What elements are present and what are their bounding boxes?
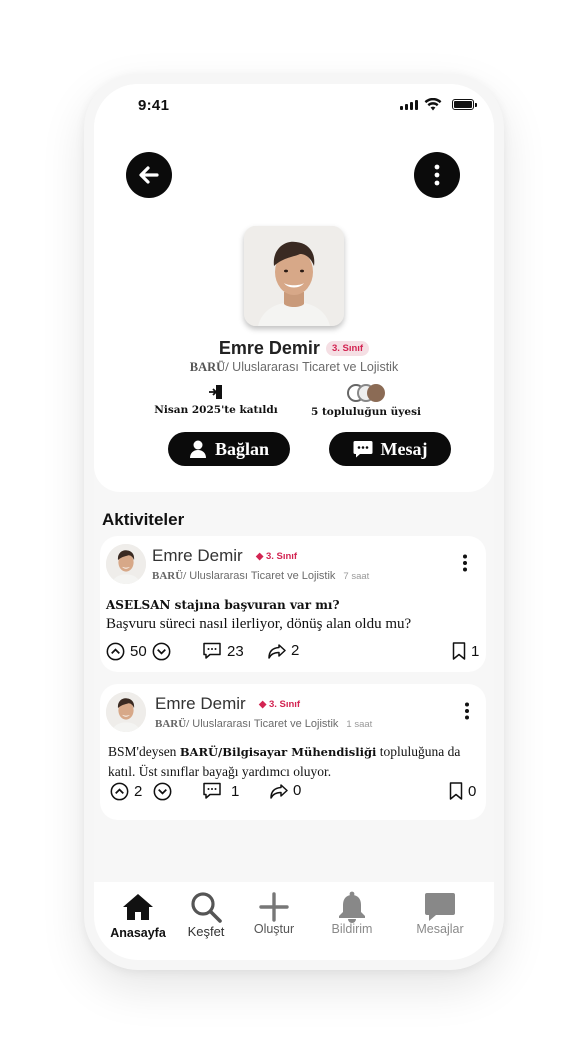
share-icon xyxy=(268,643,286,659)
upvote-count: 2 xyxy=(134,783,143,800)
upvote-count: 50 xyxy=(130,643,147,660)
post-time: 1 saat xyxy=(346,719,373,730)
comment-count: 23 xyxy=(227,642,244,660)
joined-label: Nisan 2025'te katıldı xyxy=(154,404,278,416)
post-body-start: BSM'deysen xyxy=(108,744,180,759)
back-button[interactable] xyxy=(126,152,172,198)
door-enter-icon xyxy=(209,385,222,399)
post-more-icon[interactable] xyxy=(464,702,470,720)
bookmark-icon xyxy=(452,642,466,660)
vertical-dots-icon xyxy=(434,164,440,186)
downvote-icon[interactable] xyxy=(152,642,171,661)
plus-icon xyxy=(259,892,289,922)
comment-icon xyxy=(203,642,221,659)
comment-button[interactable]: 1 xyxy=(202,782,239,800)
connect-label: Bağlan xyxy=(214,438,270,459)
profile-card: 9:41 Emre Demir 3. Sınıf BARÜ/ Uluslarar… xyxy=(94,84,494,492)
search-icon xyxy=(191,892,222,923)
department-name: Uluslararası Ticaret ve Lojistik xyxy=(228,360,399,374)
status-bar: 9:41 xyxy=(94,84,494,130)
post-avatar[interactable] xyxy=(106,544,146,584)
comment-icon xyxy=(203,782,221,799)
tab-olustur[interactable]: Oluştur xyxy=(234,890,314,936)
activities-title: Aktiviteler xyxy=(102,510,185,529)
wifi-icon xyxy=(424,98,442,111)
bell-icon xyxy=(339,891,365,923)
community-link[interactable]: BARÜ/Bilgisayar Mühendisliği xyxy=(180,745,377,759)
activity-post[interactable]: Emre Demir ◆ 3. Sınıf BARÜ/ Uluslararası… xyxy=(100,684,486,820)
profile-name-row: Emre Demir 3. Sınıf xyxy=(94,338,494,359)
chat-icon xyxy=(425,893,455,921)
post-class-badge: ◆ 3. Sınıf xyxy=(259,699,301,710)
bookmark-count: 1 xyxy=(471,642,480,660)
profile-department: BARÜ/ Uluslararası Ticaret ve Lojistik xyxy=(94,360,494,375)
bookmark-count: 0 xyxy=(468,782,477,800)
screen: 9:41 Emre Demir 3. Sınıf BARÜ/ Uluslarar… xyxy=(94,84,494,960)
share-count: 0 xyxy=(293,782,302,799)
share-button[interactable]: 2 xyxy=(268,642,299,659)
university-prefix: BARÜ/ xyxy=(189,360,229,374)
phone-frame: 9:41 Emre Demir 3. Sınıf BARÜ/ Uluslarar… xyxy=(84,74,504,970)
activity-post[interactable]: Emre Demir ◆ 3. Sınıf BARÜ/ Uluslararası… xyxy=(100,536,486,672)
post-title: ASELSAN stajına başvuran var mı? xyxy=(106,598,340,612)
arrow-left-icon xyxy=(139,166,159,184)
post-university-prefix: BARÜ/ xyxy=(155,718,190,730)
comment-count: 1 xyxy=(231,782,240,800)
more-options-button[interactable] xyxy=(414,152,460,198)
post-department: BARÜ/ Uluslararası Ticaret ve Lojistik 7 … xyxy=(152,570,369,582)
tab-bildirim[interactable]: Bildirim xyxy=(312,890,392,936)
upvote-icon[interactable] xyxy=(106,642,125,661)
message-label: Mesaj xyxy=(380,438,428,459)
post-time: 7 saat xyxy=(343,571,370,582)
share-button[interactable]: 0 xyxy=(270,782,301,799)
community-avatars xyxy=(296,384,436,402)
joined-stat: Nisan 2025'te katıldı xyxy=(146,384,286,416)
post-more-icon[interactable] xyxy=(462,554,468,572)
profile-name: Emre Demir xyxy=(218,338,320,358)
status-time: 9:41 xyxy=(138,97,170,114)
post-department: BARÜ/ Uluslararası Ticaret ve Lojistik 1 … xyxy=(155,718,372,730)
message-button[interactable]: Mesaj xyxy=(329,432,451,466)
vote-group: 50 xyxy=(106,642,171,661)
person-icon xyxy=(189,440,206,458)
share-icon xyxy=(270,783,288,799)
bottom-tab-bar: Anasayfa Keşfet Oluştur Bildirim Mesajla… xyxy=(94,882,494,960)
bookmark-icon xyxy=(449,782,463,800)
community-logo-icon xyxy=(367,384,385,402)
post-department-name: Uluslararası Ticaret ve Lojistik xyxy=(186,570,336,582)
upvote-icon[interactable] xyxy=(110,782,129,801)
tab-label: Mesajlar xyxy=(416,922,464,936)
post-body: BSM'deysen BARÜ/Bilgisayar Mühendisliği … xyxy=(108,742,468,782)
tab-label: Oluştur xyxy=(253,922,295,936)
profile-avatar xyxy=(244,226,344,326)
post-actions: 2 1 0 0 xyxy=(110,782,482,804)
chat-bubble-icon xyxy=(353,441,372,458)
bookmark-button[interactable]: 0 xyxy=(449,782,476,800)
post-body: Başvuru süreci nasıl ilerliyor, dönüş al… xyxy=(106,616,412,632)
communities-label: 5 topluluğun üyesi xyxy=(311,406,421,418)
comment-button[interactable]: 23 xyxy=(202,642,244,660)
share-count: 2 xyxy=(291,642,300,659)
post-class-badge: ◆ 3. Sınıf xyxy=(256,551,298,562)
tab-label: Bildirim xyxy=(331,922,373,936)
battery-icon xyxy=(452,99,477,110)
bookmark-button[interactable]: 1 xyxy=(452,642,479,660)
post-avatar[interactable] xyxy=(106,692,146,732)
post-author[interactable]: Emre Demir xyxy=(152,546,243,566)
post-actions: 50 23 2 1 xyxy=(106,642,482,664)
communities-stat[interactable]: 5 topluluğun üyesi xyxy=(296,384,436,418)
post-university-prefix: BARÜ/ xyxy=(152,570,187,582)
post-author[interactable]: Emre Demir xyxy=(155,694,246,714)
post-department-name: Uluslararası Ticaret ve Lojistik xyxy=(189,718,339,730)
downvote-icon[interactable] xyxy=(153,782,172,801)
tab-mesajlar[interactable]: Mesajlar xyxy=(400,890,480,936)
signal-icon xyxy=(400,100,418,110)
vote-group: 2 xyxy=(110,782,172,801)
class-badge: 3. Sınıf xyxy=(325,341,370,356)
home-icon xyxy=(123,894,153,920)
connect-button[interactable]: Bağlan xyxy=(168,432,290,466)
